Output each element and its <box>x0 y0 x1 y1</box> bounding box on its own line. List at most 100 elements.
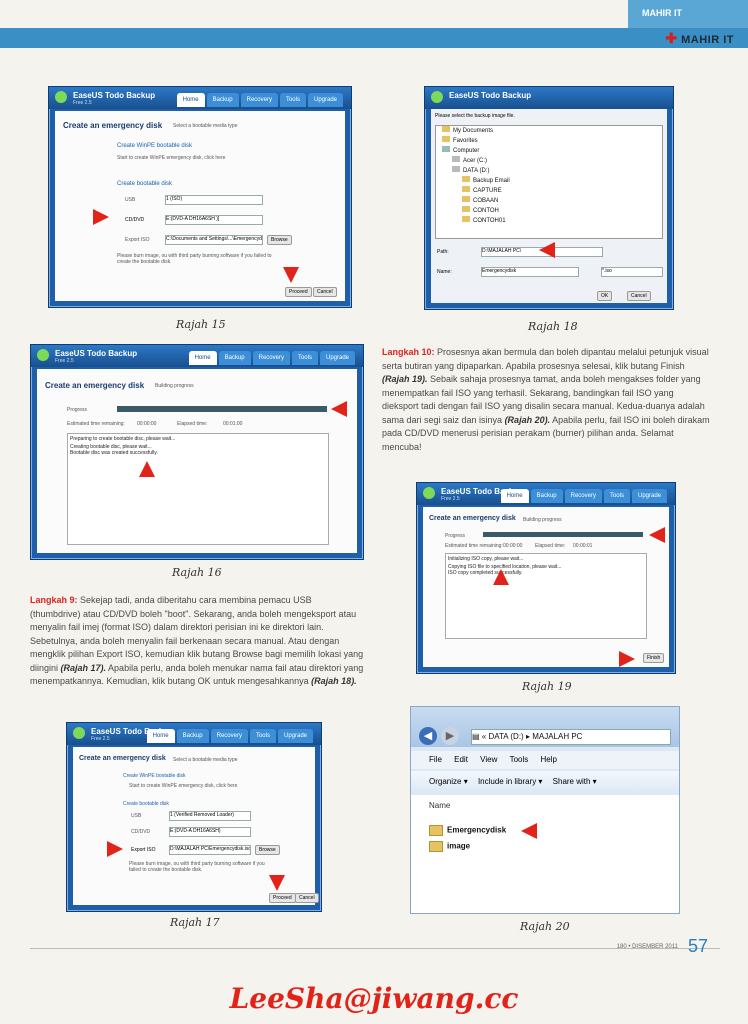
tree-item[interactable]: Computer <box>436 146 662 156</box>
red-arrow-right <box>107 841 123 857</box>
tree-item[interactable]: Acer (C:) <box>436 156 662 166</box>
tab-upgrade[interactable]: Upgrade <box>319 351 355 365</box>
tab-backup[interactable]: Backup <box>218 351 251 365</box>
breadcrumb[interactable]: ▤ « DATA (D:) ▸ MAJALAH PC <box>471 729 671 745</box>
langkah10-paragraph: Langkah 10: Prosesnya akan bermula dan b… <box>382 346 712 454</box>
tab-recovery[interactable]: Recovery <box>252 351 290 365</box>
tab-upgrade[interactable]: Upgrade <box>631 489 667 503</box>
forward-icon[interactable]: ▶ <box>441 727 459 745</box>
tab-tools[interactable]: Tools <box>249 729 276 743</box>
main-tabs: Home Backup Recovery Tools Upgrade <box>500 489 667 503</box>
tab-recovery[interactable]: Recovery <box>210 729 248 743</box>
usb-select[interactable]: 1 (ISO) <box>165 195 263 205</box>
menu-help[interactable]: Help <box>541 755 557 764</box>
cancel-button[interactable]: Cancel <box>627 291 651 301</box>
tab-home[interactable]: Home <box>146 729 175 743</box>
page-title: Create an emergency disk <box>79 755 166 762</box>
tab-tools[interactable]: Tools <box>279 93 306 107</box>
tree-item[interactable]: Favorites <box>436 136 662 146</box>
langkah10-ref-b: (Rajah 20). <box>504 414 551 425</box>
tab-backup[interactable]: Backup <box>206 93 239 107</box>
tab-tools[interactable]: Tools <box>603 489 630 503</box>
tree-item[interactable]: CONTOH <box>436 206 662 216</box>
cddvd-radio[interactable]: CD/DVD <box>131 829 150 835</box>
tab-home[interactable]: Home <box>176 93 205 107</box>
usb-radio[interactable]: USB <box>125 197 135 203</box>
signature-watermark: LeeSha@jiwang.cc <box>229 982 519 1015</box>
screenshot-rajah17: EaseUS Todo Backup Free 2.5 Home Backup … <box>66 722 322 912</box>
ok-button[interactable]: OK <box>597 291 613 301</box>
tab-backup[interactable]: Backup <box>530 489 563 503</box>
share-with-button[interactable]: Share with <box>553 777 591 786</box>
tree-item[interactable]: Backup Email <box>436 176 662 186</box>
proceed-button[interactable]: Proceed <box>269 893 296 903</box>
cddvd-select[interactable]: E:(DVD-A DH16A6SH )] <box>165 215 263 225</box>
langkah9-ref-a: (Rajah 17). <box>60 662 107 673</box>
main-tabs: Home Backup Recovery Tools Upgrade <box>146 729 313 743</box>
option-bootable[interactable]: Create bootable disk <box>123 801 169 807</box>
menu-view[interactable]: View <box>480 755 497 764</box>
usb-radio[interactable]: USB <box>131 813 141 819</box>
option-winpe[interactable]: Create WinPE bootable disk <box>117 143 192 149</box>
caption-rajah18: Rajah 18 <box>528 320 578 333</box>
export-radio[interactable]: Export ISO <box>131 847 155 853</box>
tree-item[interactable]: DATA (D:) <box>436 166 662 176</box>
est-label: Estimated time remaining: <box>67 421 125 427</box>
back-icon[interactable]: ◀ <box>419 727 437 745</box>
path-label: Path: <box>437 249 449 255</box>
proceed-button[interactable]: Proceed <box>285 287 312 297</box>
elapsed-value: 00:01:00 <box>223 421 243 427</box>
column-name[interactable]: Name <box>429 801 450 810</box>
cancel-button[interactable]: Cancel <box>313 287 337 297</box>
folder-icon <box>429 825 443 836</box>
easeus-logo-icon <box>73 727 85 739</box>
cddvd-radio[interactable]: CD/DVD <box>125 217 144 223</box>
tab-tools[interactable]: Tools <box>291 351 318 365</box>
tab-backup[interactable]: Backup <box>176 729 209 743</box>
breadcrumb-item[interactable]: DATA (D:) <box>488 732 523 741</box>
tab-home[interactable]: Home <box>500 489 529 503</box>
menu-file[interactable]: File <box>429 755 442 764</box>
list-item[interactable]: Emergencydisk <box>429 825 506 836</box>
export-path[interactable]: D:\MAJALAH PC\Emergencydisk.iso <box>169 845 251 855</box>
tree-item[interactable]: COBAAN <box>436 196 662 206</box>
tree-item[interactable]: My Documents <box>436 126 662 136</box>
breadcrumb-item[interactable]: MAJALAH PC <box>532 732 582 741</box>
caption-rajah19: Rajah 19 <box>522 680 572 693</box>
browse-button[interactable]: Browse <box>267 235 292 245</box>
easeus-logo-icon <box>37 349 49 361</box>
page-number: 57 <box>687 936 708 956</box>
tab-recovery[interactable]: Recovery <box>240 93 278 107</box>
caption-rajah20: Rajah 20 <box>520 920 570 933</box>
tab-upgrade[interactable]: Upgrade <box>277 729 313 743</box>
name-label: Name: <box>437 269 452 275</box>
cddvd-select[interactable]: E:(DVD-A DH16A6SH) <box>169 827 251 837</box>
tree-item[interactable]: CONTOH01 <box>436 216 662 226</box>
option-bootable[interactable]: Create bootable disk <box>117 181 172 187</box>
list-item[interactable]: image <box>429 841 470 852</box>
usb-select[interactable]: 1 (Verified Removed Loader) <box>169 811 251 821</box>
cancel-button[interactable]: Cancel <box>295 893 319 903</box>
tree-item[interactable]: CAPTURE <box>436 186 662 196</box>
red-arrow-up <box>139 461 155 477</box>
option-winpe[interactable]: Create WinPE bootable disk <box>123 773 186 779</box>
export-radio[interactable]: Export ISO <box>125 237 149 243</box>
name-input[interactable]: Emergencydisk <box>481 267 579 277</box>
folder-tree[interactable]: My Documents Favorites Computer Acer (C:… <box>435 125 663 239</box>
organize-button[interactable]: Organize <box>429 777 461 786</box>
menu-edit[interactable]: Edit <box>454 755 468 764</box>
extension-select[interactable]: *.iso <box>601 267 663 277</box>
red-arrow-right <box>93 209 109 225</box>
tab-home[interactable]: Home <box>188 351 217 365</box>
progress-bar <box>117 406 327 412</box>
langkah9-paragraph: Langkah 9: Sekejap tadi, anda diberitahu… <box>30 594 364 689</box>
log-line: ISO copy completed successfully. <box>448 570 523 576</box>
browse-button[interactable]: Browse <box>255 845 280 855</box>
export-path[interactable]: C:\Documents and Settings\...\Emergencyd… <box>165 235 263 245</box>
progress-label: Progress <box>445 533 466 539</box>
tab-recovery[interactable]: Recovery <box>564 489 602 503</box>
tab-upgrade[interactable]: Upgrade <box>307 93 343 107</box>
finish-button[interactable]: Finish <box>643 653 665 663</box>
include-library-button[interactable]: Include in library <box>478 777 536 786</box>
menu-tools[interactable]: Tools <box>510 755 529 764</box>
